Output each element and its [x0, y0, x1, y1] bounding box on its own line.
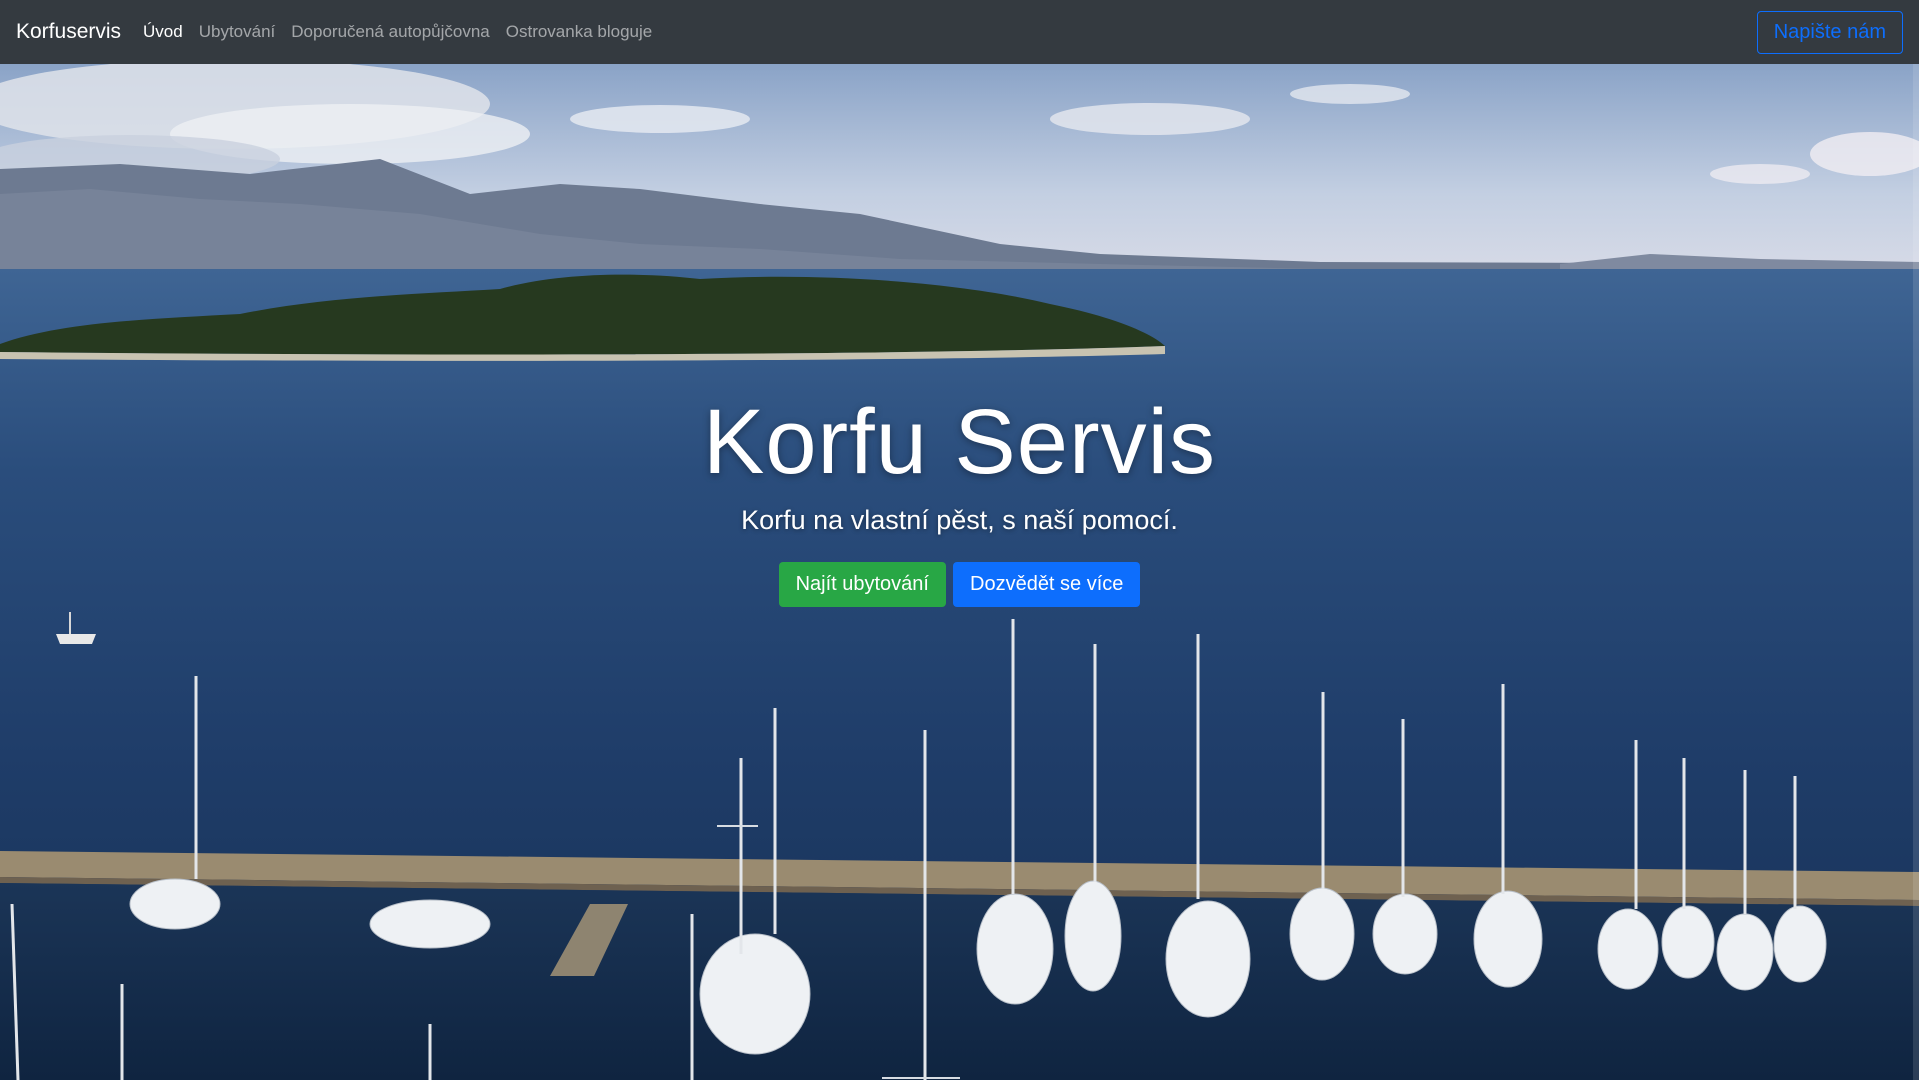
page: Korfuservis Úvod Ubytování Doporučená au…	[0, 0, 1919, 1080]
hero-title: Korfu Servis	[702, 391, 1217, 493]
nav-link-ubytovani[interactable]: Ubytování	[199, 22, 276, 42]
nav-links: Úvod Ubytování Doporučená autopůjčovna O…	[143, 22, 652, 42]
contact-button[interactable]: Napište nám	[1756, 10, 1903, 54]
nav-link-autopujcovna[interactable]: Doporučená autopůjčovna	[291, 22, 489, 42]
find-accommodation-button[interactable]: Najít ubytování	[778, 561, 946, 607]
brand-logo[interactable]: Korfuservis	[16, 20, 121, 44]
nav-link-blog[interactable]: Ostrovanka bloguje	[506, 22, 652, 42]
hero-content: Korfu Servis Korfu na vlastní pěst, s na…	[0, 394, 1919, 607]
hero-buttons: Najít ubytování Dozvědět se více	[0, 561, 1919, 607]
top-navbar: Korfuservis Úvod Ubytování Doporučená au…	[0, 0, 1919, 64]
nav-link-uvod[interactable]: Úvod	[143, 22, 183, 42]
learn-more-button[interactable]: Dozvědět se více	[953, 561, 1141, 607]
hero-section: Korfu Servis Korfu na vlastní pěst, s na…	[0, 64, 1919, 1080]
hero-subtitle: Korfu na vlastní pěst, s naší pomocí.	[741, 504, 1178, 535]
page-scrollbar[interactable]	[1913, 64, 1919, 1080]
